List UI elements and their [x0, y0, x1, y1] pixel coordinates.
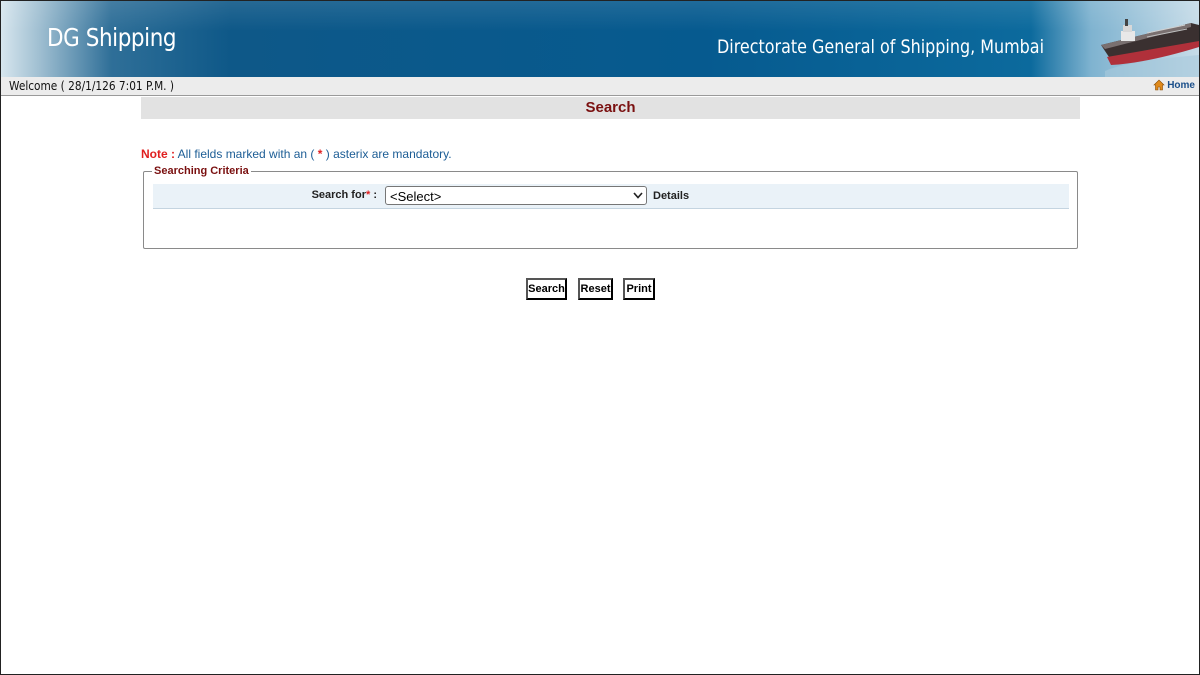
home-icon — [1153, 79, 1165, 91]
reset-button[interactable]: Reset — [578, 278, 613, 300]
search-for-row: Search for* : <Select> Details — [153, 184, 1069, 209]
welcome-bar: Welcome ( 28/1/126 7:01 P.M. ) Home — [1, 77, 1199, 96]
search-for-select[interactable]: <Select> — [385, 186, 647, 205]
banner-shine — [1, 1, 1199, 31]
fieldset-legend: Searching Criteria — [152, 165, 251, 177]
home-link[interactable]: Home — [1153, 79, 1195, 91]
note-label: Note : — [141, 147, 175, 161]
header-banner: DG Shipping Directorate General of Shipp… — [1, 1, 1199, 77]
search-for-label: Search for* : — [312, 189, 377, 201]
note-text-before: All fields marked with an ( — [175, 147, 318, 161]
select-value: <Select> — [390, 189, 442, 204]
searching-criteria-fieldset: Searching Criteria Search for* : <Select… — [143, 165, 1078, 249]
label-colon: : — [370, 189, 377, 201]
print-button[interactable]: Print — [623, 278, 655, 300]
chevron-down-icon — [633, 192, 643, 199]
welcome-text: Welcome ( 28/1/126 7:01 P.M. ) — [9, 79, 175, 93]
mandatory-note: Note : All fields marked with an ( * ) a… — [141, 147, 452, 161]
search-button[interactable]: Search — [526, 278, 567, 300]
note-text-after: ) asterix are mandatory. — [322, 147, 452, 161]
page-title-bar: Search — [141, 97, 1080, 119]
page-frame: DG Shipping Directorate General of Shipp… — [0, 0, 1200, 675]
brand-logo-text: DG Shipping — [47, 23, 177, 52]
organization-title: Directorate General of Shipping, Mumbai — [717, 36, 1045, 58]
search-for-label-text: Search for — [311, 189, 366, 201]
ship-image — [1101, 19, 1199, 77]
page-title: Search — [585, 99, 636, 116]
home-label: Home — [1167, 79, 1195, 91]
details-label: Details — [653, 190, 690, 202]
